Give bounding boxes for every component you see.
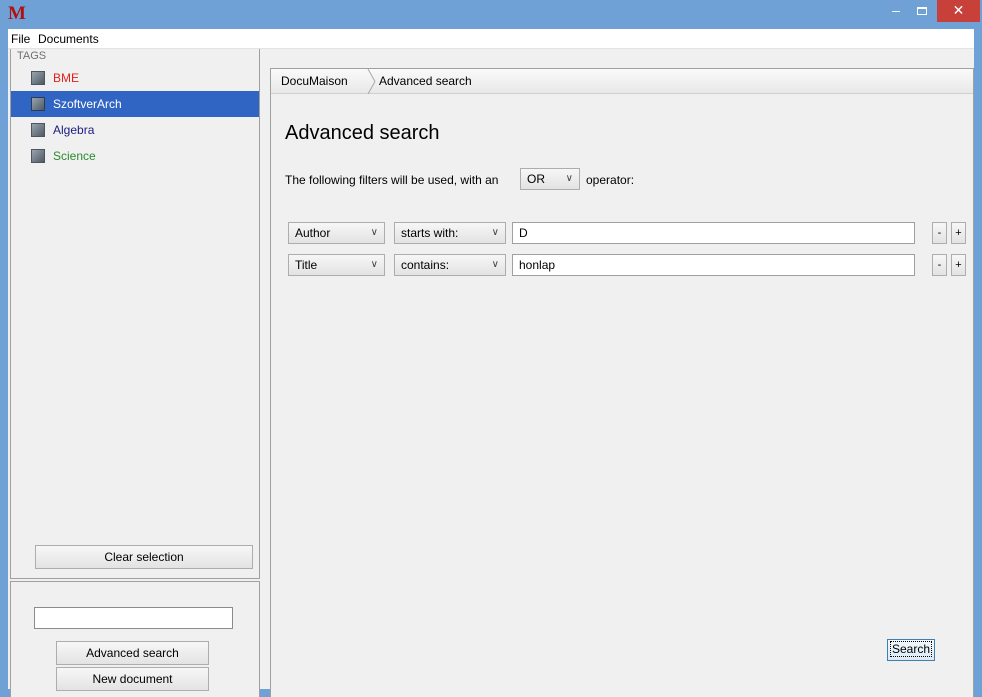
close-button[interactable]: ✕ [937,0,980,22]
search-button[interactable]: Search [887,639,935,661]
filter-value-input[interactable]: honlap [512,254,915,276]
operator-value: OR [527,172,545,186]
filter-condition-select[interactable]: starts with: ∨ [394,222,506,244]
chevron-down-icon: ∨ [491,259,499,270]
page-title: Advanced search [285,122,440,144]
title-bar[interactable]: M – ✕ [0,0,982,29]
tags-panel: TAGS BME SzoftverArch Algebra Science Cl… [10,49,260,579]
maximize-icon [917,7,927,15]
clear-selection-button[interactable]: Clear selection [35,545,253,569]
add-filter-button[interactable]: + [951,254,966,276]
filter-field-select[interactable]: Author ∨ [288,222,385,244]
quick-search-input[interactable] [34,607,233,629]
tag-item-szoftverarch[interactable]: SzoftverArch [11,91,259,117]
chevron-down-icon: ∨ [370,227,378,238]
chevron-down-icon: ∨ [565,173,573,184]
filter-field-value: Author [295,226,331,240]
tag-box-icon [31,149,45,163]
search-button-label: Search [889,641,933,657]
maximize-button[interactable] [909,0,935,22]
minimize-button[interactable]: – [883,0,909,22]
remove-filter-button[interactable]: - [932,254,947,276]
app-logo-icon: M [8,3,26,24]
tag-box-icon [31,97,45,111]
tag-label: SzoftverArch [53,97,122,111]
tags-header: TAGS [11,49,259,65]
chevron-down-icon: ∨ [370,259,378,270]
tag-item-algebra[interactable]: Algebra [11,117,259,143]
app-window: M – ✕ File Documents TAGS BME SzoftverAr… [0,0,982,697]
filter-condition-value: contains: [401,258,450,272]
tag-box-icon [31,71,45,85]
filter-condition-value: starts with: [401,226,459,240]
operator-select[interactable]: OR ∨ [520,168,580,190]
breadcrumb: DocuMaison Advanced search [271,69,973,94]
breadcrumb-current[interactable]: Advanced search [379,74,472,88]
filter-condition-select[interactable]: contains: ∨ [394,254,506,276]
filter-field-value: Title [295,258,318,272]
remove-filter-button[interactable]: - [932,222,947,244]
breadcrumb-home[interactable]: DocuMaison [281,74,348,88]
main-panel: DocuMaison Advanced search Advanced sear… [270,68,974,697]
filter-value-input[interactable]: D [512,222,915,244]
tag-item-science[interactable]: Science [11,143,259,169]
tag-box-icon [31,123,45,137]
tag-label: BME [53,71,80,85]
filter-field-select[interactable]: Title ∨ [288,254,385,276]
quick-actions-panel: Advanced search New document [10,581,260,697]
add-filter-button[interactable]: + [951,222,966,244]
tag-list: BME SzoftverArch Algebra Science [11,65,259,169]
filter-intro-text: The following filters will be used, with… [285,173,499,187]
breadcrumb-separator-icon [367,69,376,94]
left-panel: TAGS BME SzoftverArch Algebra Science Cl… [8,29,260,697]
advanced-search-button[interactable]: Advanced search [56,641,209,665]
tag-item-bme[interactable]: BME [11,65,259,91]
new-document-button[interactable]: New document [56,667,209,691]
chevron-down-icon: ∨ [491,227,499,238]
filter-intro-suffix: operator: [586,173,635,187]
tag-label: Algebra [53,123,95,137]
tag-label: Science [53,149,96,163]
